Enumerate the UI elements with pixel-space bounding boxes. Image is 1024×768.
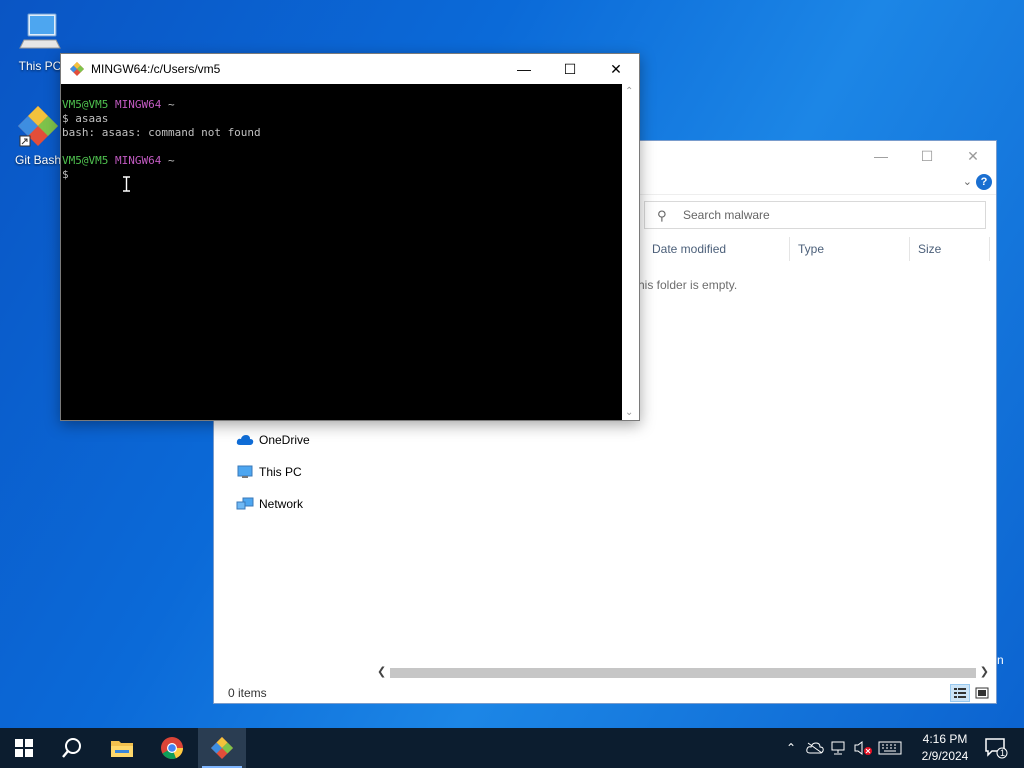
- nav-item-network[interactable]: Network: [236, 497, 303, 511]
- large-icons-view-icon: [975, 687, 989, 699]
- vertical-scrollbar[interactable]: ⌃ ⌄: [622, 84, 639, 420]
- explorer-edge-glyph: n: [997, 653, 1004, 667]
- help-icon[interactable]: ?: [976, 174, 992, 190]
- terminal-line-prompt: VM5@VM5 MINGW64 ~: [62, 154, 175, 167]
- chrome-button[interactable]: [148, 728, 196, 768]
- window-title: MINGW64:/c/Users/vm5: [91, 62, 221, 76]
- terminal-titlebar[interactable]: MINGW64:/c/Users/vm5 — ☐ ✕: [61, 54, 639, 84]
- cloud-offline-icon: [806, 742, 824, 754]
- column-header-date-modified[interactable]: Date modified: [644, 237, 790, 261]
- close-button[interactable]: ✕: [950, 141, 996, 171]
- nav-item-onedrive[interactable]: OneDrive: [236, 433, 310, 447]
- action-center-button[interactable]: 1: [976, 728, 1016, 768]
- git-bash-terminal-window[interactable]: MINGW64:/c/Users/vm5 — ☐ ✕ VM5@VM5 MINGW…: [60, 53, 640, 421]
- start-button[interactable]: [0, 728, 48, 768]
- taskbar: ⌃ 4:16 PM 2/9/2024 1: [0, 728, 1024, 768]
- onedrive-tray-icon[interactable]: [804, 728, 826, 768]
- scroll-up-arrow[interactable]: ⌃: [625, 86, 633, 97]
- chevron-down-icon[interactable]: ⌄: [963, 175, 972, 188]
- search-placeholder: Search malware: [683, 208, 770, 222]
- volume-muted-icon: [854, 741, 872, 755]
- computer-icon: [237, 465, 253, 478]
- chrome-icon: [161, 737, 183, 759]
- maximize-button[interactable]: ☐: [547, 54, 593, 84]
- cloud-icon: [236, 435, 254, 445]
- empty-folder-message: his folder is empty.: [638, 278, 738, 292]
- details-view-icon: [954, 688, 966, 698]
- large-icons-view-button[interactable]: [972, 684, 992, 702]
- minimize-button[interactable]: —: [501, 54, 547, 84]
- search-icon: [62, 738, 81, 758]
- terminal-line-prompt: VM5@VM5 MINGW64 ~: [62, 98, 175, 111]
- search-button[interactable]: [48, 728, 96, 768]
- terminal-output[interactable]: VM5@VM5 MINGW64 ~ $ asaas bash: asaas: com…: [61, 84, 622, 420]
- search-icon: ⚲: [657, 208, 667, 223]
- scrollbar-thumb[interactable]: [390, 668, 976, 678]
- taskbar-clock[interactable]: 4:16 PM 2/9/2024: [914, 731, 976, 765]
- git-bash-button[interactable]: [198, 728, 246, 768]
- volume-tray-icon[interactable]: [852, 728, 874, 768]
- scroll-left-arrow[interactable]: ❮: [377, 665, 386, 678]
- search-input[interactable]: ⚲ Search malware: [644, 201, 986, 229]
- text-cursor-icon: [123, 176, 130, 192]
- column-header-size[interactable]: Size: [910, 237, 990, 261]
- column-header-type[interactable]: Type: [790, 237, 910, 261]
- notification-count-badge: 1: [1000, 748, 1006, 758]
- nav-item-this-pc[interactable]: This PC: [236, 465, 302, 479]
- show-hidden-icons-button[interactable]: ⌃: [780, 728, 802, 768]
- close-button[interactable]: ✕: [593, 54, 639, 84]
- keyboard-icon: [878, 741, 902, 755]
- computer-icon: [19, 13, 61, 49]
- status-item-count: 0 items: [228, 686, 267, 700]
- git-bash-icon: [18, 106, 58, 147]
- git-bash-icon: [211, 737, 233, 759]
- scroll-right-arrow[interactable]: ❯: [980, 665, 989, 678]
- clock-date: 2/9/2024: [921, 749, 969, 763]
- folder-icon: [111, 741, 133, 757]
- maximize-button[interactable]: ☐: [904, 141, 950, 171]
- clock-time: 4:16 PM: [922, 732, 968, 746]
- nav-item-label: OneDrive: [259, 433, 310, 447]
- file-explorer-button[interactable]: [98, 728, 146, 768]
- nav-item-label: Network: [259, 497, 304, 511]
- minimize-button[interactable]: —: [858, 141, 904, 171]
- details-view-button[interactable]: [950, 684, 970, 702]
- scroll-down-arrow[interactable]: ⌄: [625, 407, 633, 418]
- network-tray-icon[interactable]: [828, 728, 850, 768]
- keyboard-tray-icon[interactable]: [876, 728, 904, 768]
- terminal-line: $ asaas: [62, 112, 109, 125]
- network-icon: [236, 497, 254, 510]
- windows-logo-icon: [15, 739, 33, 757]
- horizontal-scrollbar[interactable]: ❮ ❯: [374, 665, 992, 681]
- terminal-input-line[interactable]: $: [62, 168, 622, 182]
- network-icon: [831, 741, 845, 755]
- nav-item-label: This PC: [259, 465, 302, 479]
- git-bash-icon: [70, 62, 84, 76]
- terminal-line: bash: asaas: command not found: [62, 126, 261, 139]
